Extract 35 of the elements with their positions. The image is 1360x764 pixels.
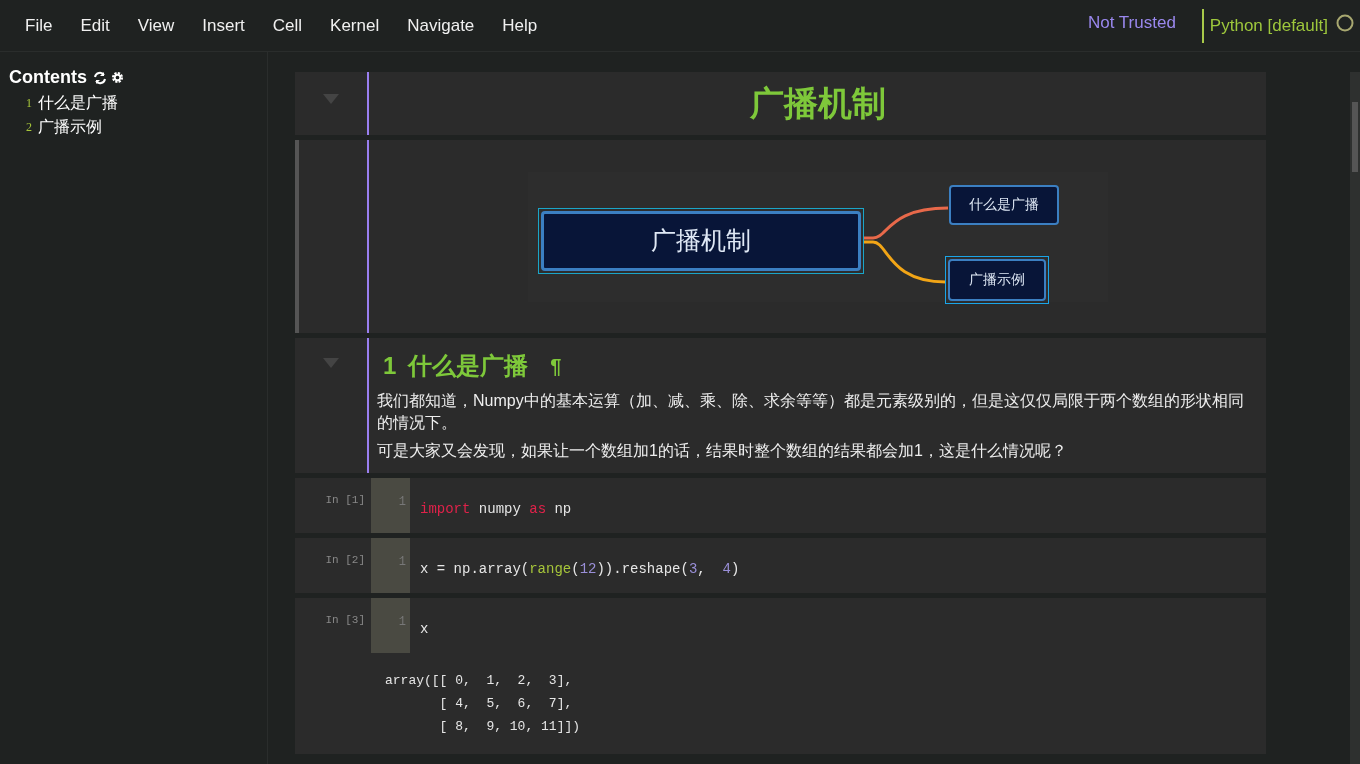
menu-item[interactable]: Cell <box>265 12 310 39</box>
scrollbar-thumb[interactable] <box>1352 102 1358 172</box>
section-number: 1 <box>383 351 397 381</box>
code-line[interactable]: x = np.array(range(12)).reshape(3, 4) <box>420 561 740 577</box>
anchor-link[interactable]: ¶ <box>550 351 562 381</box>
collapse-caret-icon[interactable] <box>323 358 339 368</box>
paragraph: 可是大家又会发现，如果让一个数组加1的话，结果时整个数组的结果都会加1，这是什么情况呢？ <box>377 441 1068 461</box>
toc-item[interactable]: 1 什么是广播 <box>9 91 267 115</box>
paragraph: 我们都知道，Numpy中的基本运算（加、减、乘、除、求余等等）都是元素级别的，但是这仅仅局限于两个数组的形状相同的情况下。 <box>377 391 1245 433</box>
refresh-icon[interactable] <box>93 70 107 85</box>
mind-map-node: 广播示例 <box>944 255 1049 304</box>
input-prompt: In [2] <box>325 554 365 566</box>
mind-map-node: 什么是广播 <box>948 184 1059 225</box>
menu-item[interactable]: Kernel <box>323 12 387 39</box>
code-line[interactable]: x <box>420 621 429 637</box>
kernel-status-icon <box>1336 13 1354 32</box>
menu-item[interactable]: Edit <box>73 12 117 39</box>
toc-item[interactable]: 2 广播示例 <box>9 115 267 139</box>
menu-item[interactable]: Help <box>495 12 545 39</box>
input-prompt: In [1] <box>325 494 365 506</box>
trust-indicator[interactable]: Not Trusted <box>1088 9 1176 36</box>
notebook-title: 广播机制 <box>749 83 886 124</box>
menu-item[interactable]: Insert <box>195 12 252 39</box>
collapse-caret-icon[interactable] <box>323 94 339 104</box>
section-heading: 什么是广播 <box>408 351 529 381</box>
menu-item[interactable]: File <box>18 12 60 39</box>
toc-title: Contents <box>9 66 87 89</box>
input-prompt: In [3] <box>325 614 365 626</box>
kernel-name[interactable]: Python [default] <box>1209 12 1328 39</box>
mind-map-root-node: 广播机制 <box>537 207 864 274</box>
cell-output: array([[ 0, 1, 2, 3], [ 4, 5, 6, 7], [ 8, 9, 10, 11]]) <box>385 672 582 736</box>
menu-item[interactable]: Navigate <box>400 12 482 39</box>
code-line[interactable]: import numpy as np <box>420 501 572 517</box>
settings-icon[interactable] <box>111 71 124 84</box>
menu-item[interactable]: View <box>130 12 182 39</box>
